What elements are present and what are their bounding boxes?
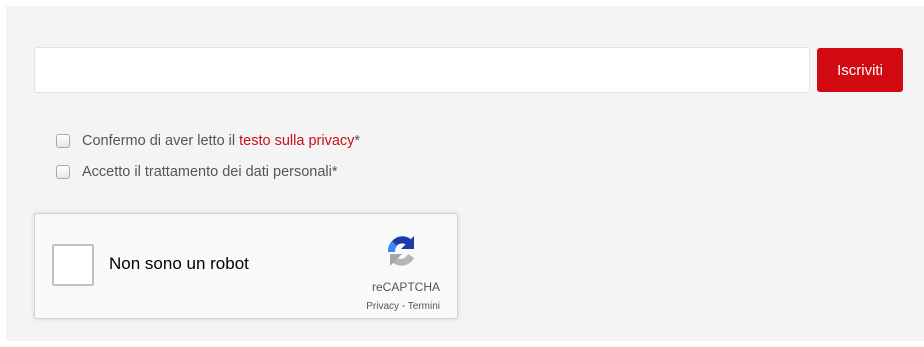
subscribe-button[interactable]: Iscriviti [817,48,903,92]
recaptcha-footer-links: Privacy - Termini [366,301,440,312]
recaptcha-logo-icon [387,236,414,266]
recaptcha-checkbox[interactable] [52,244,94,286]
privacy-consent-checkbox[interactable] [56,134,70,148]
recaptcha-terms-link[interactable]: Termini [408,301,440,312]
newsletter-panel: Iscriviti Confermo di aver letto il test… [6,6,924,341]
privacy-consent-row: Confermo di aver letto il testo sulla pr… [56,133,360,149]
privacy-policy-link[interactable]: testo sulla privacy [239,133,354,149]
recaptcha-privacy-link[interactable]: Privacy [366,301,399,312]
privacy-consent-text: Confermo di aver letto il [82,133,240,149]
privacy-required-mark: * [354,133,361,149]
recaptcha-widget: Non sono un robot reCAPTCHA Privacy - Te… [34,213,458,319]
privacy-consent-label: Confermo di aver letto il testo sulla pr… [82,133,360,149]
recaptcha-label: Non sono un robot [109,254,249,273]
data-processing-consent-row: Accetto il trattamento dei dati personal… [56,164,338,180]
recaptcha-links-separator: - [399,301,408,312]
data-processing-consent-label: Accetto il trattamento dei dati personal… [82,164,338,180]
recaptcha-brand: reCAPTCHA [371,280,440,294]
email-input[interactable] [34,47,810,93]
data-processing-consent-checkbox[interactable] [56,165,70,179]
